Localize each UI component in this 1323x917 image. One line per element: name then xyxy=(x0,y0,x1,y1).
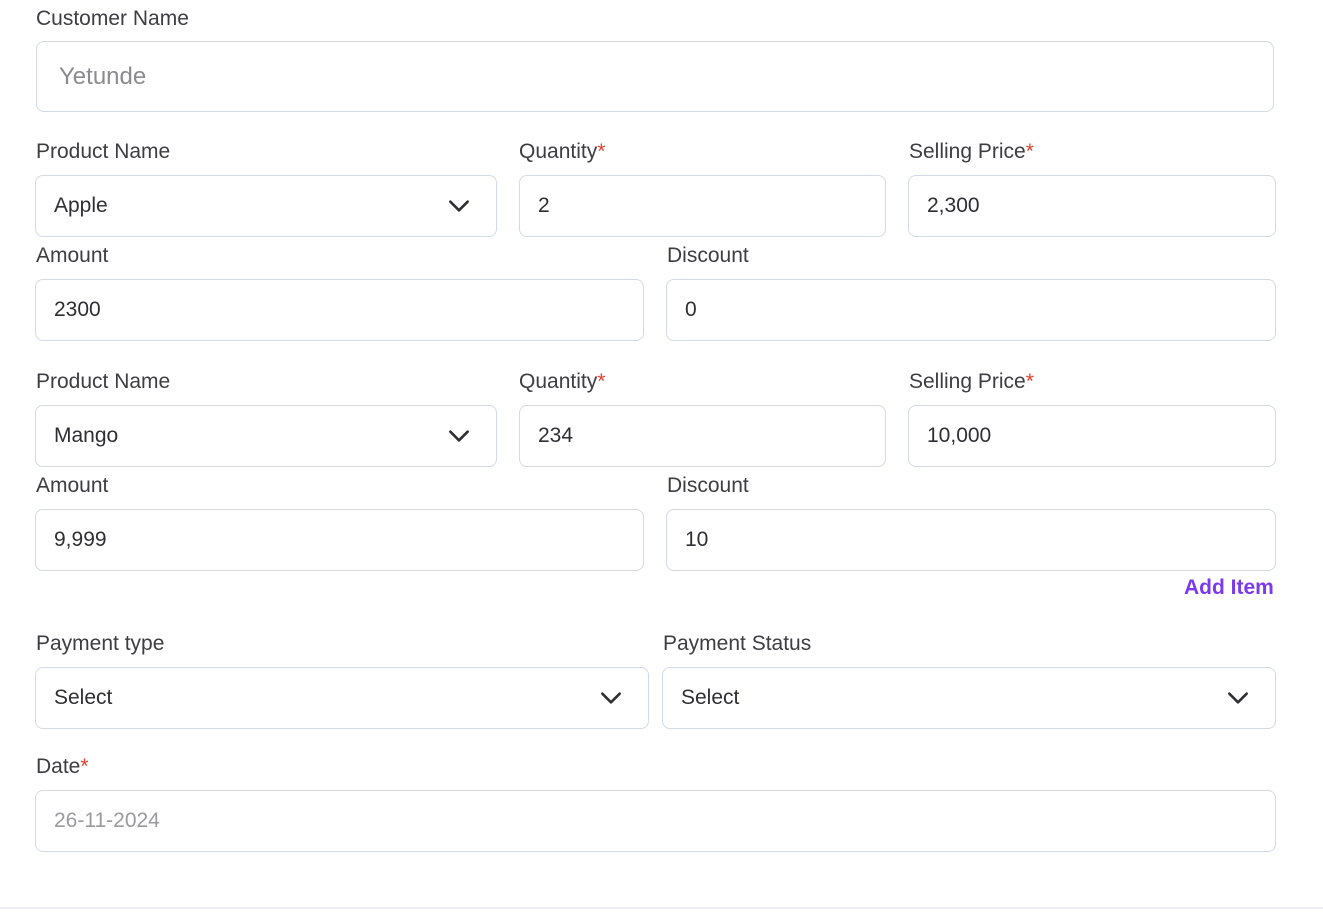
customer-name-input[interactable]: Yetunde xyxy=(36,41,1274,112)
selling-price-label: Selling Price* xyxy=(909,140,1034,163)
amount-label: Amount xyxy=(36,474,109,497)
payment-type-select[interactable]: Select xyxy=(35,667,649,729)
product-name-select[interactable]: Apple xyxy=(35,175,497,237)
divider xyxy=(0,907,1323,909)
date-label: Date* xyxy=(36,755,89,778)
discount-input[interactable]: 10 xyxy=(666,509,1276,571)
quantity-input[interactable]: 2 xyxy=(519,175,886,237)
product-name-select[interactable]: Mango xyxy=(35,405,497,467)
customer-name-label: Customer Name xyxy=(36,7,189,30)
chevron-down-icon xyxy=(598,685,624,711)
amount-input[interactable]: 9,999 xyxy=(35,509,644,571)
amount-input[interactable]: 2300 xyxy=(35,279,644,341)
date-input[interactable]: 26-11-2024 xyxy=(35,790,1276,852)
quantity-label: Quantity* xyxy=(519,370,606,393)
product-name-value: Mango xyxy=(54,424,119,447)
payment-status-label: Payment Status xyxy=(663,632,812,655)
quantity-input[interactable]: 234 xyxy=(519,405,886,467)
discount-input[interactable]: 0 xyxy=(666,279,1276,341)
add-item-button[interactable]: Add Item xyxy=(1184,576,1274,600)
selling-price-input[interactable]: 2,300 xyxy=(908,175,1276,237)
chevron-down-icon xyxy=(446,193,472,219)
quantity-label: Quantity* xyxy=(519,140,606,163)
payment-status-value: Select xyxy=(681,686,740,709)
payment-status-select[interactable]: Select xyxy=(662,667,1276,729)
discount-label: Discount xyxy=(667,244,749,267)
payment-type-label: Payment type xyxy=(36,632,165,655)
payment-type-value: Select xyxy=(54,686,113,709)
product-name-label: Product Name xyxy=(36,370,171,393)
amount-label: Amount xyxy=(36,244,109,267)
selling-price-input[interactable]: 10,000 xyxy=(908,405,1276,467)
chevron-down-icon xyxy=(1225,685,1251,711)
product-name-value: Apple xyxy=(54,194,108,217)
selling-price-label: Selling Price* xyxy=(909,370,1034,393)
product-name-label: Product Name xyxy=(36,140,171,163)
discount-label: Discount xyxy=(667,474,749,497)
chevron-down-icon xyxy=(446,423,472,449)
